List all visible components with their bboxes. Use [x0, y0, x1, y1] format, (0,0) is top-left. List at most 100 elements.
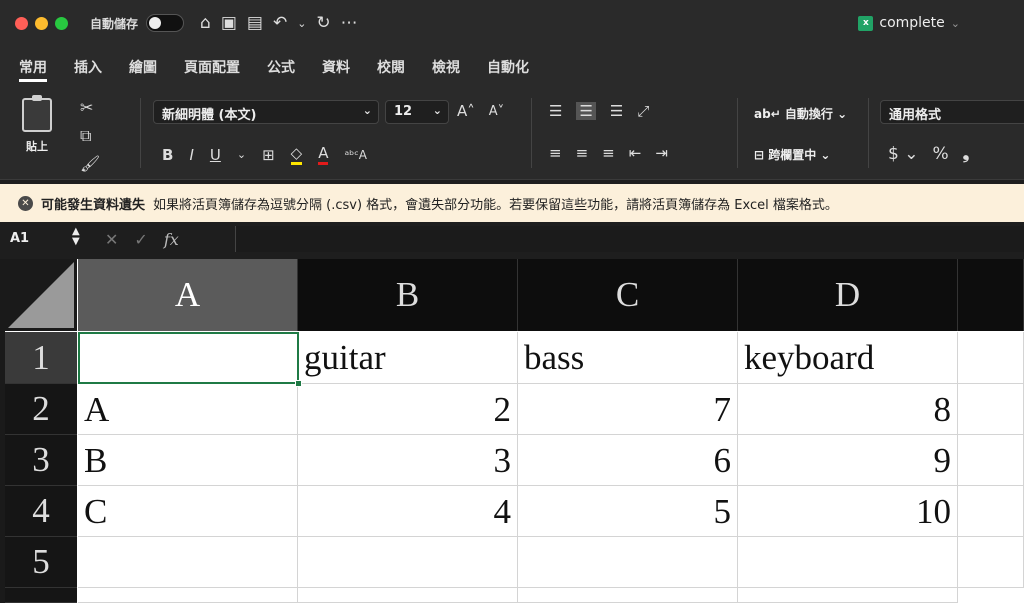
- fx-icon[interactable]: fx: [164, 230, 179, 249]
- cell-b2[interactable]: 2: [298, 384, 518, 435]
- autosave-toggle[interactable]: [146, 14, 185, 32]
- column-header-b[interactable]: B: [298, 259, 518, 331]
- column-header-a[interactable]: A: [78, 259, 298, 331]
- cell-d6[interactable]: [738, 588, 958, 603]
- close-window-button[interactable]: [15, 16, 28, 30]
- chevron-down-icon[interactable]: ⌄: [237, 148, 246, 161]
- cell-c6[interactable]: [518, 588, 738, 603]
- save-as-icon[interactable]: ▤: [247, 13, 263, 33]
- underline-icon[interactable]: U: [210, 146, 221, 164]
- select-all-button[interactable]: [5, 259, 77, 331]
- tab-review[interactable]: 校閱: [377, 46, 405, 88]
- home-icon[interactable]: ⌂: [200, 13, 211, 33]
- row-header-1[interactable]: 1: [5, 332, 77, 384]
- cell-d1[interactable]: keyboard: [738, 332, 958, 384]
- cell-c4[interactable]: 5: [518, 486, 738, 537]
- cell-a3[interactable]: B: [78, 435, 298, 486]
- tab-draw[interactable]: 繪圖: [129, 46, 157, 88]
- save-icon[interactable]: ▣: [221, 13, 237, 33]
- cell-a4[interactable]: C: [78, 486, 298, 537]
- cell-e5[interactable]: [958, 537, 1024, 588]
- formula-input[interactable]: [235, 226, 1024, 252]
- cell-a2[interactable]: A: [78, 384, 298, 435]
- cell-e4[interactable]: [958, 486, 1024, 537]
- tab-automate[interactable]: 自動化: [487, 46, 529, 88]
- document-title[interactable]: x complete ⌄: [858, 15, 960, 31]
- chevron-down-icon[interactable]: ⌄: [297, 17, 306, 33]
- currency-icon[interactable]: $ ⌄: [888, 144, 918, 164]
- align-top-icon[interactable]: ☰: [549, 102, 562, 120]
- cell-e3[interactable]: [958, 435, 1024, 486]
- redo-icon[interactable]: ↻: [316, 13, 330, 33]
- minimize-window-button[interactable]: [35, 16, 48, 30]
- stepper-icon[interactable]: ▲ ▼: [72, 227, 80, 247]
- close-circle-icon[interactable]: ✕: [18, 195, 33, 211]
- tab-formulas[interactable]: 公式: [267, 46, 295, 88]
- increase-font-size-icon[interactable]: A˄: [457, 102, 475, 120]
- fill-handle[interactable]: [295, 380, 302, 387]
- copy-icon[interactable]: ⧉: [80, 122, 100, 150]
- increase-indent-icon[interactable]: ⇥: [655, 144, 668, 162]
- font-name-dropdown[interactable]: 新細明體 (本文) ⌄: [153, 100, 379, 124]
- row-header-4[interactable]: 4: [5, 486, 77, 537]
- wrap-text-button[interactable]: ab↵ 自動換行 ⌄: [754, 105, 847, 122]
- orientation-icon[interactable]: ⤢: [637, 102, 649, 120]
- align-left-icon[interactable]: ≡: [549, 144, 562, 162]
- undo-icon[interactable]: ↶: [273, 13, 287, 33]
- percent-icon[interactable]: %: [932, 144, 948, 164]
- merge-center-button[interactable]: ⊟ 跨欄置中 ⌄: [754, 146, 830, 163]
- fill-color-icon[interactable]: ◇: [290, 144, 303, 165]
- align-bottom-icon[interactable]: ☰: [610, 102, 623, 120]
- cell-d5[interactable]: [738, 537, 958, 588]
- align-center-icon[interactable]: ≡: [576, 144, 589, 162]
- format-painter-icon[interactable]: 🖌: [80, 150, 100, 178]
- enter-icon[interactable]: ✓: [134, 230, 147, 249]
- cell-b5[interactable]: [298, 537, 518, 588]
- cancel-icon[interactable]: ✕: [105, 230, 118, 249]
- number-format-dropdown[interactable]: 通用格式: [880, 100, 1024, 124]
- tab-insert[interactable]: 插入: [74, 46, 102, 88]
- cell-b4[interactable]: 4: [298, 486, 518, 537]
- cell-d3[interactable]: 9: [738, 435, 958, 486]
- cell-a5[interactable]: [78, 537, 298, 588]
- zoom-window-button[interactable]: [55, 16, 68, 30]
- column-header-d[interactable]: D: [738, 259, 958, 331]
- bold-icon[interactable]: B: [162, 146, 173, 164]
- cell-c5[interactable]: [518, 537, 738, 588]
- font-color-icon[interactable]: A: [318, 144, 329, 165]
- column-header-c[interactable]: C: [518, 259, 738, 331]
- borders-icon[interactable]: ⊞: [262, 146, 275, 164]
- cell-c1[interactable]: bass: [518, 332, 738, 384]
- align-right-icon[interactable]: ≡: [602, 144, 615, 162]
- cell-a6[interactable]: [78, 588, 298, 603]
- name-box[interactable]: A1 ▲ ▼: [0, 226, 95, 252]
- row-header-2[interactable]: 2: [5, 384, 77, 435]
- cell-b3[interactable]: 3: [298, 435, 518, 486]
- row-header-6[interactable]: [5, 588, 77, 603]
- tab-data[interactable]: 資料: [322, 46, 350, 88]
- font-size-dropdown[interactable]: 12 ⌄: [385, 100, 449, 124]
- decrease-indent-icon[interactable]: ⇤: [629, 144, 642, 162]
- more-icon[interactable]: ⋯: [341, 13, 358, 33]
- cell-c3[interactable]: 6: [518, 435, 738, 486]
- tab-page-layout[interactable]: 頁面配置: [184, 46, 240, 88]
- column-header-e[interactable]: [958, 259, 1024, 331]
- cell-e1[interactable]: [958, 332, 1024, 384]
- comma-style-icon[interactable]: ❟: [963, 144, 970, 164]
- decrease-font-size-icon[interactable]: A˅: [489, 104, 504, 119]
- cell-b6[interactable]: [298, 588, 518, 603]
- italic-icon[interactable]: I: [189, 146, 193, 164]
- cell-e2[interactable]: [958, 384, 1024, 435]
- row-header-3[interactable]: 3: [5, 435, 77, 486]
- cell-c2[interactable]: 7: [518, 384, 738, 435]
- tab-view[interactable]: 檢視: [432, 46, 460, 88]
- text-effects-icon[interactable]: ᵃᵇᶜA: [344, 148, 367, 162]
- cell-d4[interactable]: 10: [738, 486, 958, 537]
- cut-icon[interactable]: ✂: [80, 94, 100, 122]
- cell-d2[interactable]: 8: [738, 384, 958, 435]
- align-middle-icon[interactable]: ☰: [576, 102, 596, 120]
- paste-button[interactable]: 貼上: [17, 95, 57, 154]
- tab-home[interactable]: 常用: [19, 46, 47, 88]
- cell-b1[interactable]: guitar: [298, 332, 518, 384]
- row-header-5[interactable]: 5: [5, 537, 77, 588]
